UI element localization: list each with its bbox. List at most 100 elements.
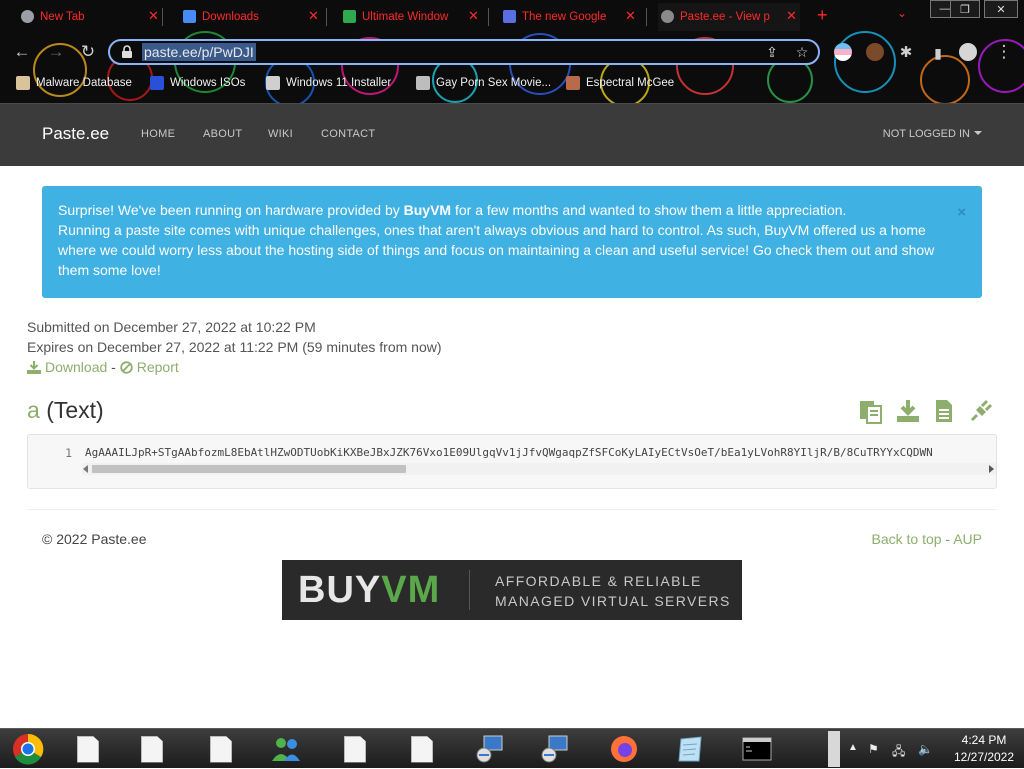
tab-separator: [326, 8, 327, 26]
alert-line-1: Surprise! We've been running on hardware…: [58, 200, 966, 220]
lock-icon[interactable]: [120, 45, 134, 59]
bookmark-icon: [16, 76, 30, 90]
close-alert-icon[interactable]: ×: [957, 203, 966, 223]
banner-divider: [469, 570, 470, 610]
actions-separator: -: [107, 359, 120, 375]
taskbar-document-4[interactable]: [327, 732, 383, 766]
taskbar-scrollbar[interactable]: [828, 731, 840, 767]
footer-links: Back to top - AUP: [871, 531, 982, 547]
report-link[interactable]: Report: [137, 359, 179, 375]
close-tab-icon[interactable]: ✕: [148, 9, 159, 23]
close-tab-icon[interactable]: ✕: [786, 9, 797, 23]
nav-contact[interactable]: CONTACT: [321, 128, 375, 140]
menu-kebab-icon[interactable]: ⋮: [994, 42, 1014, 62]
flag-extension-icon[interactable]: [834, 43, 852, 61]
taskbar-document-5[interactable]: [394, 732, 450, 766]
tab-downloads[interactable]: Downloads ✕: [180, 3, 322, 31]
alert-text: for a few months and wanted to show them…: [451, 202, 847, 218]
bookmark-icon: [566, 76, 580, 90]
code-line[interactable]: AgAAAILJpR+STgAAbfozmL8EbAtlHZwODTUobKiK…: [85, 446, 933, 459]
copyright: © 2022 Paste.ee: [42, 531, 147, 547]
nav-wiki[interactable]: WIKI: [268, 128, 293, 140]
taskbar-document-2[interactable]: [124, 732, 180, 766]
share-icon[interactable]: ⇪: [764, 44, 780, 60]
line-number: 1: [65, 446, 72, 460]
reload-icon[interactable]: ↻: [78, 42, 98, 62]
maximize-button[interactable]: ❐: [950, 0, 980, 18]
paste-title: a (Text): [27, 397, 104, 424]
side-panel-icon[interactable]: ▮: [928, 43, 948, 63]
code-viewer[interactable]: 1 AgAAAILJpR+STgAAbfozmL8EbAtlHZwODTUobK…: [27, 434, 997, 489]
tab-separator: [488, 8, 489, 26]
bookmark-gay-porn[interactable]: Gay Porn Sex Movie...: [416, 76, 551, 90]
bookmark-label: Malware Database: [36, 77, 132, 89]
scroll-right-icon[interactable]: [989, 465, 994, 473]
horizontal-scrollbar[interactable]: [82, 463, 996, 475]
bookmark-windows-isos[interactable]: Windows ISOs: [150, 76, 245, 90]
bookmark-label: Windows ISOs: [170, 77, 246, 89]
site-brand[interactable]: Paste.ee: [42, 124, 109, 144]
tab-ultimate-window[interactable]: Ultimate Window ✕: [340, 3, 482, 31]
star-bookmark-icon[interactable]: ☆: [794, 44, 810, 60]
avatar-extension-icon[interactable]: [866, 43, 884, 61]
submitted-date: Submitted on December 27, 2022 at 10:22 …: [27, 319, 316, 335]
copy-icon[interactable]: [858, 398, 884, 424]
taskbar-network-app-1[interactable]: [462, 732, 518, 766]
download-link[interactable]: Download: [45, 359, 107, 375]
buyvm-banner[interactable]: BUYVM AFFORDABLE & RELIABLE MANAGED VIRT…: [282, 560, 742, 620]
aup-link[interactable]: AUP: [953, 531, 982, 547]
login-dropdown[interactable]: NOT LOGGED IN: [883, 128, 982, 140]
close-tab-icon[interactable]: ✕: [625, 9, 636, 23]
nav-home[interactable]: HOME: [141, 128, 175, 140]
profile-icon[interactable]: [959, 43, 977, 61]
plug-icon[interactable]: [968, 398, 994, 424]
tab-paste-ee-active[interactable]: Paste.ee - View p ✕: [658, 3, 800, 31]
address-bar[interactable]: paste.ee/p/PwDJI ⇪ ☆: [108, 39, 820, 65]
notepad-icon: [678, 736, 702, 762]
browser-chrome: New Tab ✕ Downloads ✕ Ultimate Window ✕ …: [0, 0, 1024, 103]
network-computer-icon: [541, 735, 568, 763]
network-icon[interactable]: 🖧: [892, 742, 905, 763]
calendar-icon: [503, 10, 516, 23]
paste-type: (Text): [46, 397, 104, 423]
taskbar-messenger[interactable]: [258, 732, 314, 766]
raw-document-icon[interactable]: [931, 398, 957, 424]
new-tab-button[interactable]: +: [817, 5, 828, 26]
bookmark-icon: [416, 76, 430, 90]
scroll-left-icon[interactable]: [83, 465, 88, 473]
close-tab-icon[interactable]: ✕: [468, 9, 479, 23]
taskbar-firefox[interactable]: [596, 732, 652, 766]
bookmark-windows-11-installer[interactable]: Windows 11 Installer: [266, 76, 391, 90]
taskbar-document-3[interactable]: [193, 732, 249, 766]
banner-tagline: AFFORDABLE & RELIABLE MANAGED VIRTUAL SE…: [495, 571, 731, 611]
back-to-top-link[interactable]: Back to top: [871, 531, 941, 547]
url-text[interactable]: paste.ee/p/PwDJI: [142, 43, 256, 61]
show-hidden-icons-icon[interactable]: ▲: [848, 742, 858, 753]
scrollbar-thumb[interactable]: [92, 465, 406, 473]
puzzle-extensions-icon[interactable]: ✱: [896, 43, 916, 63]
taskbar-command-prompt[interactable]: [729, 732, 785, 766]
tab-new-google[interactable]: The new Google ✕: [500, 3, 642, 31]
taskbar-document-1[interactable]: [60, 732, 116, 766]
bookmark-espectral-mcgee[interactable]: Espectral McGee: [566, 76, 674, 90]
volume-icon[interactable]: 🔈: [918, 742, 933, 756]
clock-date[interactable]: 12/27/2022: [945, 750, 1023, 764]
taskbar-notepad[interactable]: [662, 732, 718, 766]
start-button[interactable]: [0, 732, 56, 766]
close-window-button[interactable]: ✕: [984, 0, 1018, 18]
forward-arrow-icon[interactable]: →: [46, 42, 66, 62]
bookmark-malware-database[interactable]: Malware Database: [16, 76, 132, 90]
tab-new-tab[interactable]: New Tab ✕: [18, 3, 160, 31]
close-tab-icon[interactable]: ✕: [308, 9, 319, 23]
tab-title: Downloads: [202, 11, 259, 23]
taskbar-network-app-2[interactable]: [527, 732, 583, 766]
back-arrow-icon[interactable]: ←: [12, 42, 32, 62]
nav-about[interactable]: ABOUT: [203, 128, 242, 140]
bookmark-label: Espectral McGee: [586, 77, 675, 89]
tab-search-button[interactable]: ⌄: [897, 6, 907, 20]
tagline-line-2: MANAGED VIRTUAL SERVERS: [495, 593, 731, 609]
download-icon[interactable]: [895, 398, 921, 424]
clock-time[interactable]: 4:24 PM: [949, 733, 1019, 747]
flag-icon[interactable]: ⚑: [868, 742, 879, 756]
globe-icon: [661, 10, 674, 23]
